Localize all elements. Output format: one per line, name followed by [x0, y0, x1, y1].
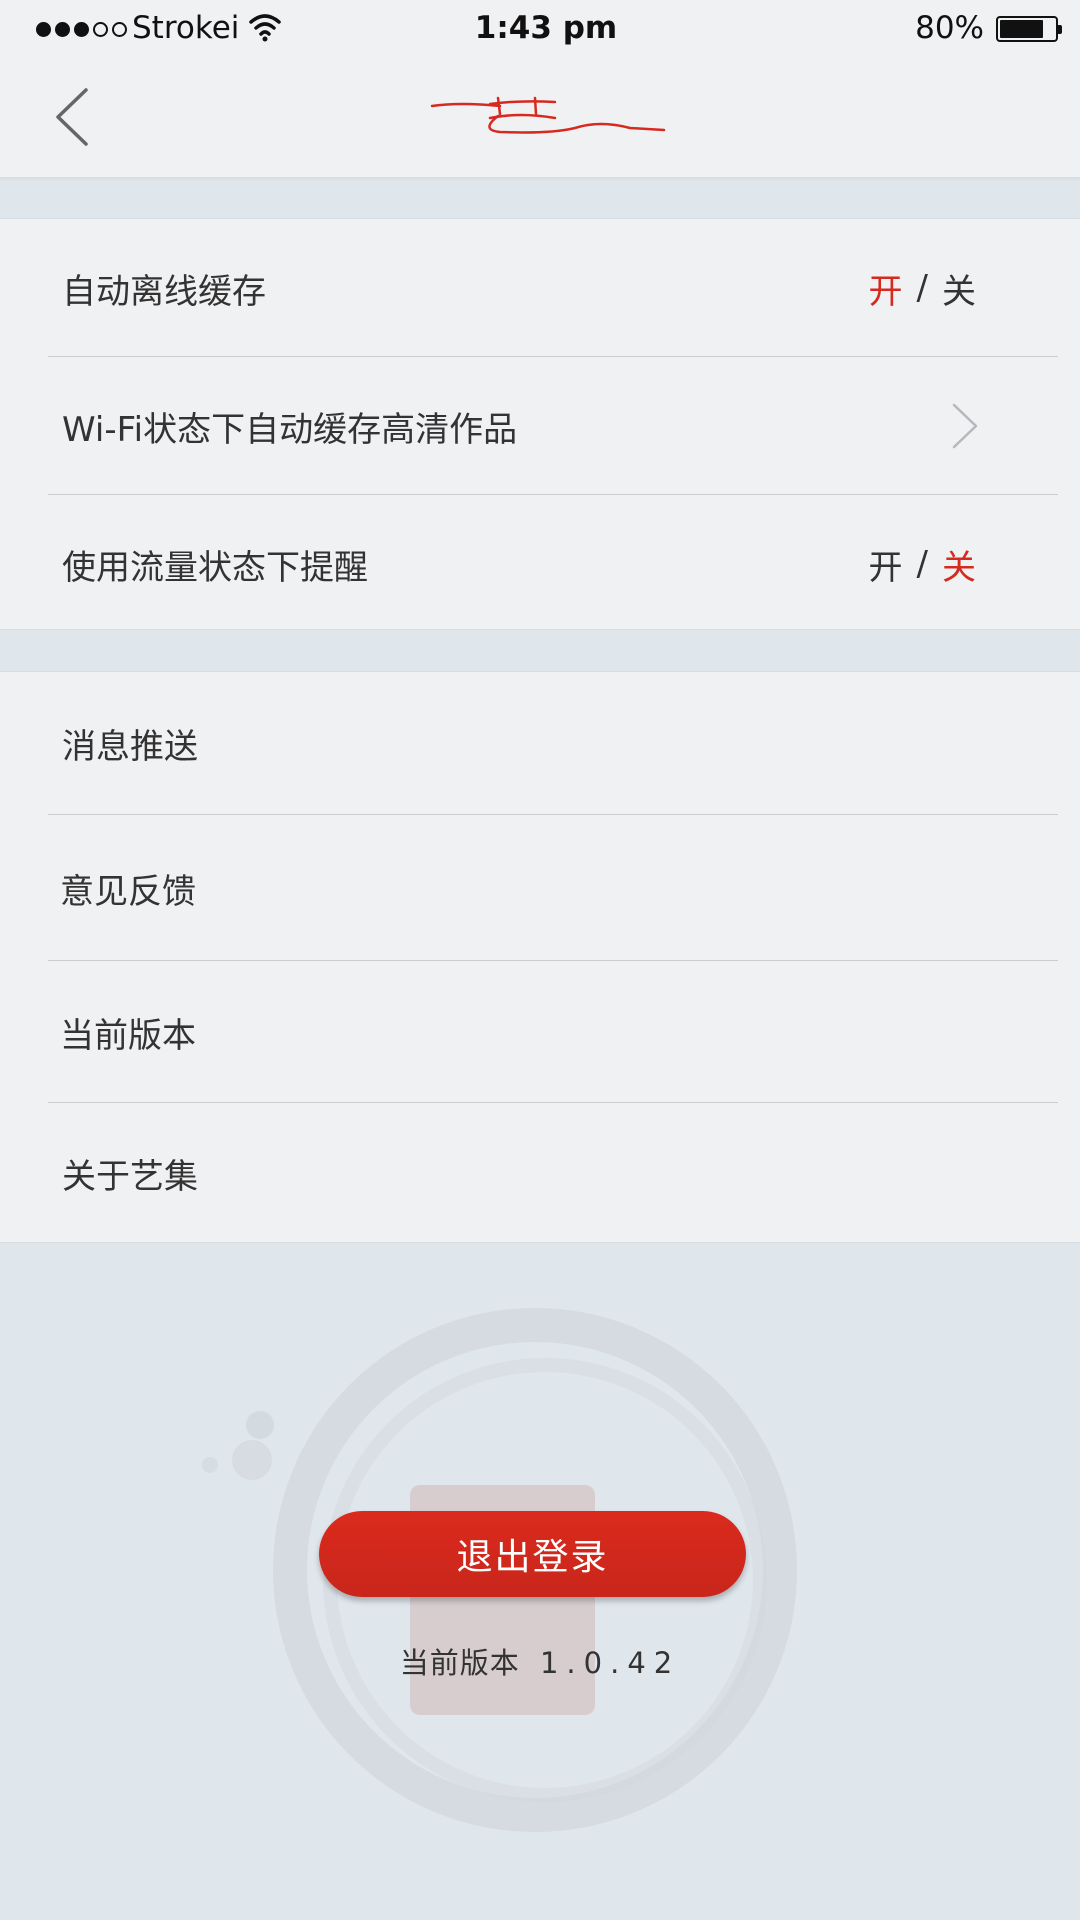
version-number: 1.0.42	[539, 1646, 681, 1680]
wifi-hd-cache-label: Wi-Fi状态下自动缓存高清作品	[62, 409, 518, 450]
data-usage-alert-row[interactable]: 使用流量状态下提醒 开 / 关	[0, 495, 1080, 633]
status-bar: Strokei 1:43 pm 80%	[0, 0, 1080, 58]
toggle-on-option[interactable]: 开	[869, 540, 903, 589]
settings-group-cache: 自动离线缓存 开 / 关 Wi-Fi状态下自动缓存高清作品 使用流量状态下提醒 …	[0, 218, 1080, 630]
toggle-on-option[interactable]: 开	[869, 264, 903, 313]
about-label: 关于艺集	[62, 1156, 198, 1197]
feedback-row[interactable]: 意见反馈	[0, 815, 1080, 961]
toggle-off-option[interactable]: 关	[942, 264, 976, 313]
version-footer-label: 当前版本	[399, 1646, 520, 1680]
toggle-off-option[interactable]: 关	[942, 540, 976, 589]
brush-calligraphy-logo	[430, 96, 666, 134]
data-usage-alert-toggle[interactable]: 开 / 关	[869, 495, 976, 633]
chevron-right-icon	[952, 403, 978, 449]
logout-button[interactable]: 退出登录	[319, 1511, 746, 1597]
battery-icon	[996, 16, 1062, 42]
settings-group-general: 消息推送 意见反馈 当前版本 关于艺集	[0, 671, 1080, 1243]
current-version-row[interactable]: 当前版本	[0, 961, 1080, 1103]
feedback-label: 意见反馈	[60, 871, 196, 912]
auto-offline-cache-label: 自动离线缓存	[62, 271, 266, 312]
push-notifications-row[interactable]: 消息推送	[0, 672, 1080, 815]
push-notifications-label: 消息推送	[62, 727, 198, 767]
back-button[interactable]	[44, 82, 104, 152]
auto-offline-cache-row[interactable]: 自动离线缓存 开 / 关	[0, 219, 1080, 357]
navigation-bar	[0, 58, 1080, 178]
toggle-separator: /	[916, 544, 928, 584]
auto-offline-cache-toggle[interactable]: 开 / 关	[869, 219, 976, 357]
about-row[interactable]: 关于艺集	[0, 1103, 1080, 1243]
current-version-label: 当前版本	[60, 1015, 196, 1056]
battery-percent: 80%	[915, 10, 984, 46]
wifi-hd-cache-row[interactable]: Wi-Fi状态下自动缓存高清作品	[0, 357, 1080, 495]
data-usage-alert-label: 使用流量状态下提醒	[62, 547, 368, 588]
toggle-separator: /	[916, 268, 928, 308]
version-footer: 当前版本 1.0.42	[0, 1640, 1080, 1682]
chevron-left-icon	[56, 88, 88, 146]
